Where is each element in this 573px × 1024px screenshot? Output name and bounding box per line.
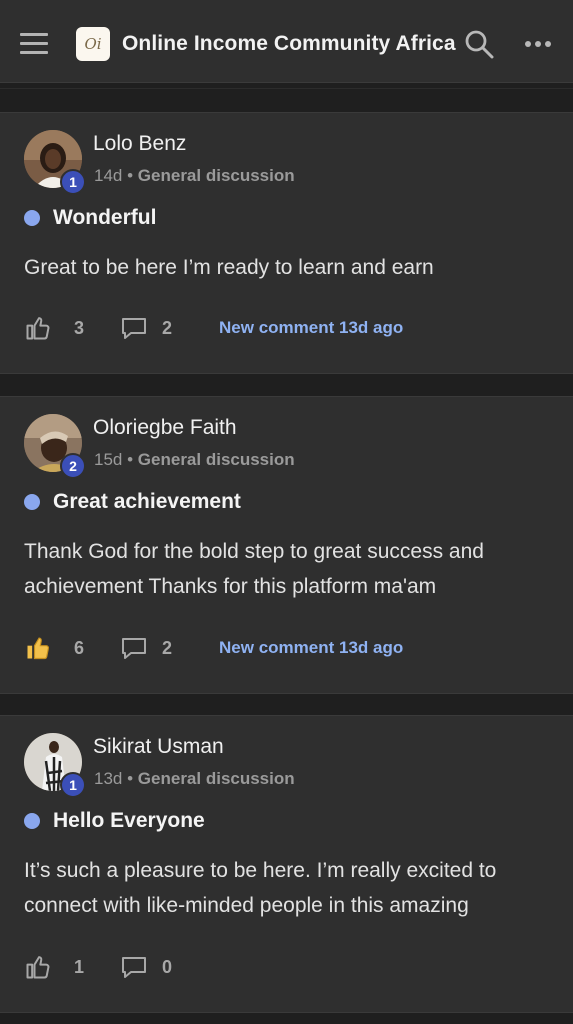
post-card[interactable]: 1 Sikirat Usman 13d • General discussion… xyxy=(0,715,573,1013)
comment-icon xyxy=(122,957,147,978)
new-comment-link[interactable]: New comment 13d ago xyxy=(219,638,403,658)
more-options-icon[interactable] xyxy=(524,38,552,50)
post-time: 14d xyxy=(94,166,123,185)
comment-count: 2 xyxy=(162,637,173,658)
unread-dot-icon xyxy=(24,210,40,226)
search-icon[interactable] xyxy=(464,29,494,59)
comment-button[interactable]: 0 xyxy=(120,954,172,980)
like-count: 1 xyxy=(74,956,85,977)
community-title[interactable]: Online Income Community Africa xyxy=(122,32,456,56)
author-name[interactable]: Lolo Benz xyxy=(93,132,186,156)
post-actions: 1 0 xyxy=(24,952,172,982)
post-body[interactable]: It’s such a pleasure to be here. I’m rea… xyxy=(24,853,554,923)
comment-count: 2 xyxy=(162,317,173,338)
comment-button[interactable]: 2 xyxy=(120,635,172,661)
post-category[interactable]: General discussion xyxy=(138,166,295,185)
like-count: 6 xyxy=(74,637,85,658)
unread-dot-icon xyxy=(24,813,40,829)
comment-button[interactable]: 2 xyxy=(120,315,172,341)
meta-separator: • xyxy=(127,450,134,469)
author-name[interactable]: Sikirat Usman xyxy=(93,735,224,759)
post-category[interactable]: General discussion xyxy=(138,450,295,469)
top-app-bar: Oi Online Income Community Africa xyxy=(0,0,573,83)
post-meta: 14d • General discussion xyxy=(94,166,295,186)
post-time: 15d xyxy=(94,450,123,469)
post-card[interactable]: 2 Oloriegbe Faith 15d • General discussi… xyxy=(0,396,573,694)
like-button[interactable]: 3 xyxy=(24,314,84,342)
like-button[interactable]: 6 xyxy=(24,634,84,662)
unread-dot-icon xyxy=(24,494,40,510)
thumbs-up-icon xyxy=(26,956,50,979)
post-title[interactable]: Great achievement xyxy=(53,490,241,514)
feed-spacer xyxy=(0,88,573,113)
community-logo[interactable]: Oi xyxy=(76,27,110,61)
post-meta: 13d • General discussion xyxy=(94,769,295,789)
new-comment-link[interactable]: New comment 13d ago xyxy=(219,318,403,338)
comment-count: 0 xyxy=(162,956,173,977)
meta-separator: • xyxy=(127,166,134,185)
post-time: 13d xyxy=(94,769,123,788)
comment-icon xyxy=(122,318,147,339)
post-card[interactable]: 1 Lolo Benz 14d • General discussion Won… xyxy=(0,112,573,374)
post-category[interactable]: General discussion xyxy=(138,769,295,788)
thumbs-up-filled-icon xyxy=(27,637,50,660)
member-level-badge: 1 xyxy=(60,169,86,195)
author-avatar[interactable]: 1 xyxy=(24,733,86,798)
comment-icon xyxy=(122,638,147,659)
author-avatar[interactable]: 2 xyxy=(24,414,86,479)
thumbs-up-icon xyxy=(26,317,50,340)
post-actions: 3 2 New comment 13d ago xyxy=(24,313,403,343)
like-button[interactable]: 1 xyxy=(24,953,84,981)
member-level-badge: 2 xyxy=(60,453,86,479)
post-title-row[interactable]: Great achievement xyxy=(24,490,241,514)
post-title-row[interactable]: Hello Everyone xyxy=(24,809,205,833)
menu-icon[interactable] xyxy=(20,33,48,55)
post-meta: 15d • General discussion xyxy=(94,450,295,470)
post-body[interactable]: Great to be here I’m ready to learn and … xyxy=(24,250,554,285)
member-level-badge: 1 xyxy=(60,772,86,798)
meta-separator: • xyxy=(127,769,134,788)
post-actions: 6 2 New comment 13d ago xyxy=(24,633,403,663)
post-title-row[interactable]: Wonderful xyxy=(24,206,156,230)
like-count: 3 xyxy=(74,317,85,338)
post-title[interactable]: Wonderful xyxy=(53,206,156,230)
author-avatar[interactable]: 1 xyxy=(24,130,86,195)
author-name[interactable]: Oloriegbe Faith xyxy=(93,416,237,440)
post-title[interactable]: Hello Everyone xyxy=(53,809,205,833)
post-body[interactable]: Thank God for the bold step to great suc… xyxy=(24,534,554,604)
